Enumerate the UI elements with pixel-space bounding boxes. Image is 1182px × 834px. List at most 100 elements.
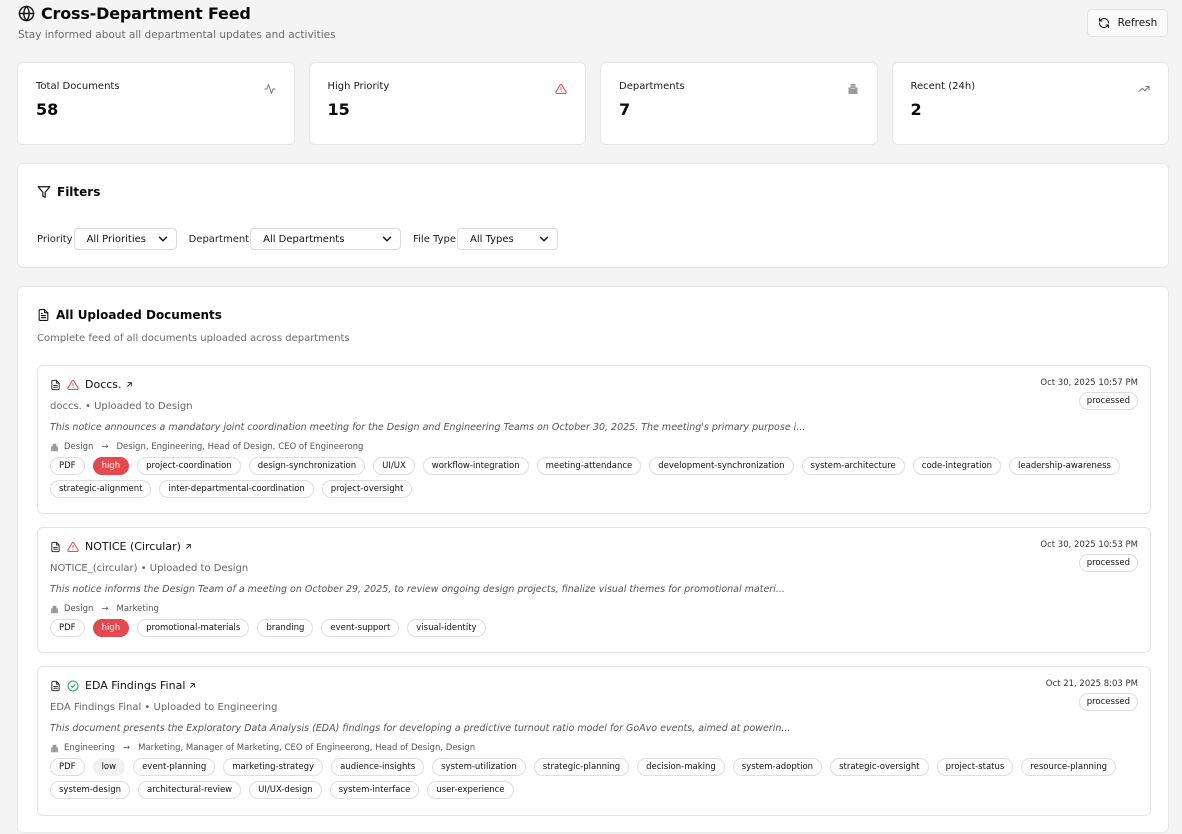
status-badge: processed — [1078, 554, 1138, 572]
priority-select[interactable]: All Priorities — [73, 228, 177, 250]
activity-icon — [264, 83, 276, 95]
route-from: Engineering — [64, 743, 115, 753]
tag: system-design — [50, 781, 130, 799]
priority-filter-label: Priority — [37, 233, 73, 245]
priority-badge: low — [92, 758, 126, 776]
stat-value: 15 — [327, 100, 350, 119]
document-card[interactable]: EDA Findings Final EDA Findings Final • … — [37, 666, 1151, 816]
tag-list: PDF low event-planning marketing-strateg… — [50, 758, 1138, 799]
priority-badge: high — [92, 619, 130, 637]
document-title-link[interactable]: Doccs. — [85, 378, 134, 391]
page-header: Cross-Department Feed Stay informed abou… — [18, 4, 1168, 46]
file-type-select[interactable]: All Types — [457, 228, 558, 250]
document-date: Oct 30, 2025 10:53 PM — [1040, 540, 1138, 550]
tag: code-integration — [912, 457, 1002, 475]
document-meta: EDA Findings Final • Uploaded to Enginee… — [50, 702, 278, 713]
document-title-link[interactable]: EDA Findings Final — [85, 679, 197, 692]
documents-subtitle: Complete feed of all documents uploaded … — [37, 333, 350, 344]
tag: decision-making — [637, 758, 725, 776]
arrow-right-icon: → — [123, 743, 131, 753]
document-title-link[interactable]: NOTICE (Circular) — [85, 540, 193, 553]
route-to: Marketing — [116, 604, 159, 614]
file-type-select-value: All Types — [470, 233, 514, 245]
file-text-icon — [37, 308, 50, 322]
stat-value: 7 — [619, 100, 631, 119]
department-select[interactable]: All Departments — [250, 228, 402, 250]
route-to: Design, Engineering, Head of Design, CEO… — [116, 442, 364, 452]
arrow-right-icon: → — [101, 442, 109, 452]
document-date: Oct 30, 2025 10:57 PM — [1040, 378, 1138, 388]
tag: inter-departmental-coordination — [159, 480, 314, 498]
document-right: Oct 21, 2025 8:03 PM processed — [1046, 679, 1138, 711]
document-date: Oct 21, 2025 8:03 PM — [1045, 679, 1138, 689]
document-title: EDA Findings Final — [85, 679, 186, 692]
documents-heading: All Uploaded Documents — [37, 308, 222, 322]
refresh-icon — [1098, 17, 1110, 29]
document-description: This notice announces a mandatory joint … — [50, 422, 806, 433]
refresh-label: Refresh — [1117, 17, 1158, 29]
file-type-filter-label: File Type — [413, 233, 456, 245]
tag-list: PDF high project-coordination design-syn… — [50, 457, 1138, 498]
tag: strategic-oversight — [830, 758, 929, 776]
tag: UI/UX-design — [249, 781, 322, 799]
tag: event-planning — [133, 758, 216, 776]
file-text-icon — [50, 379, 61, 391]
tag: project-coordination — [137, 457, 241, 475]
priority-select-value: All Priorities — [86, 233, 146, 245]
arrow-right-icon: → — [101, 604, 109, 614]
department-select-value: All Departments — [263, 233, 345, 245]
stat-label: Recent (24h) — [910, 81, 976, 92]
filters-panel: Filters Priority All Priorities Departme… — [17, 163, 1169, 268]
tag-list: PDF high promotional-materials branding … — [50, 619, 1138, 637]
page-subtitle: Stay informed about all departmental upd… — [18, 29, 336, 41]
route-from: Design — [64, 442, 94, 452]
tag: architectural-review — [138, 781, 242, 799]
tag: system-interface — [329, 781, 420, 799]
documents-title: All Uploaded Documents — [56, 308, 222, 322]
document-card[interactable]: NOTICE (Circular) NOTICE_(circular) • Up… — [37, 527, 1151, 653]
tag: meeting-attendance — [536, 457, 642, 475]
document-card[interactable]: Doccs. doccs. • Uploaded to Design This … — [37, 365, 1151, 514]
document-route: Design → Design, Engineering, Head of De… — [50, 442, 1138, 452]
stats-row: Total Documents 58 High Priority 15 Depa… — [17, 62, 1169, 145]
file-type-badge: PDF — [50, 619, 85, 637]
chevron-down-icon — [537, 232, 551, 246]
file-type-badge: PDF — [50, 457, 85, 475]
alert-triangle-icon — [67, 379, 79, 391]
file-text-icon — [50, 680, 61, 692]
tag: strategic-alignment — [50, 480, 152, 498]
tag: user-experience — [427, 781, 514, 799]
status-badge: processed — [1078, 392, 1138, 410]
documents-panel: All Uploaded Documents Complete feed of … — [17, 286, 1169, 833]
stat-value: 58 — [36, 100, 59, 119]
document-right: Oct 30, 2025 10:53 PM processed — [1040, 540, 1138, 572]
stat-card-recent: Recent (24h) 2 — [891, 62, 1169, 145]
filters-title: Filters — [57, 185, 101, 199]
external-link-icon — [188, 681, 197, 690]
tag: strategic-planning — [533, 758, 630, 776]
tag: development-synchronization — [649, 457, 794, 475]
tag: system-architecture — [801, 457, 905, 475]
tag: branding — [257, 619, 314, 637]
alert-triangle-icon — [555, 83, 567, 95]
refresh-button[interactable]: Refresh — [1087, 9, 1168, 37]
tag: design-synchronization — [248, 457, 366, 475]
building-icon — [50, 605, 59, 614]
document-header: EDA Findings Final — [50, 679, 1138, 692]
external-link-icon — [125, 380, 134, 389]
document-route: Design → Marketing — [50, 604, 1138, 614]
document-header: Doccs. — [50, 378, 1138, 391]
stat-value: 2 — [910, 100, 922, 119]
chevron-down-icon — [380, 232, 394, 246]
page-title: Cross-Department Feed — [41, 4, 251, 23]
stat-label: Total Documents — [36, 81, 120, 92]
document-description: This document presents the Exploratory D… — [50, 723, 791, 734]
tag: workflow-integration — [422, 457, 529, 475]
tag: marketing-strategy — [223, 758, 324, 776]
chevron-down-icon — [156, 232, 170, 246]
tag: UI/UX — [373, 457, 415, 475]
building-icon — [50, 744, 59, 753]
filter-row: Priority All Priorities Department All D… — [37, 228, 570, 250]
building-icon — [50, 443, 59, 452]
tag: project-status — [936, 758, 1014, 776]
